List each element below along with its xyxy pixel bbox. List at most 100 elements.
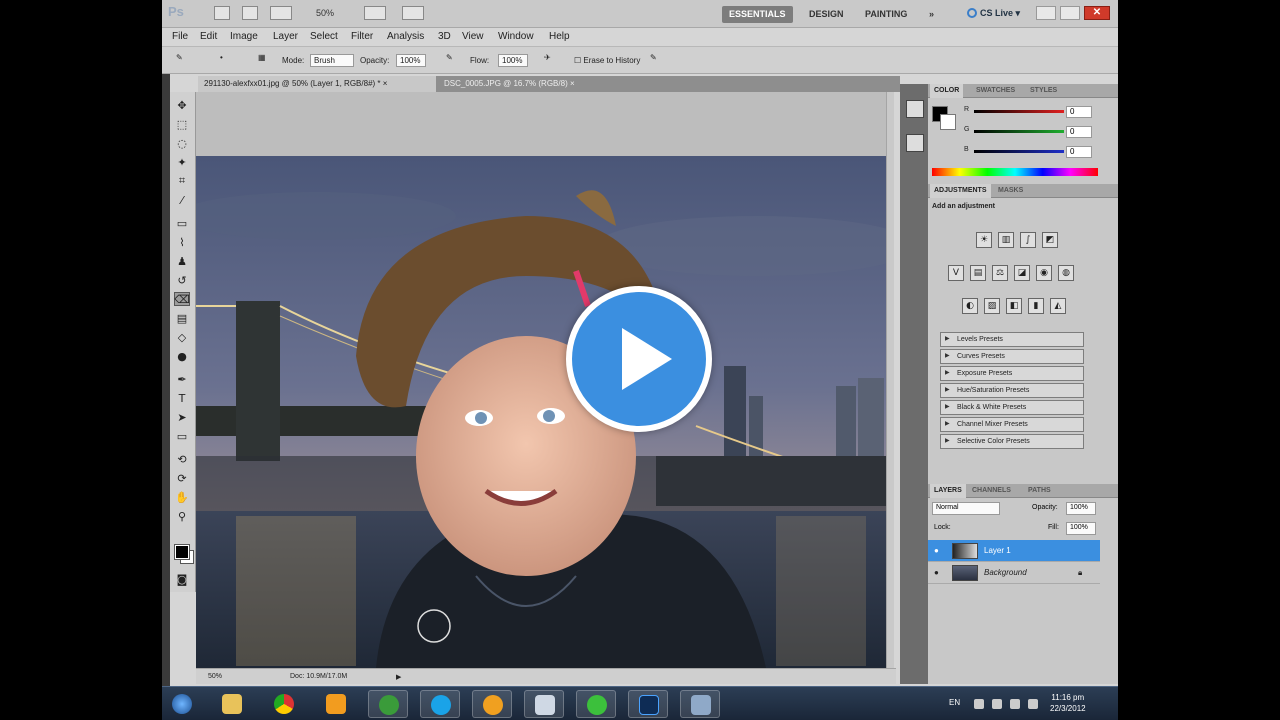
mini-bridge-button[interactable] (242, 6, 258, 20)
menu-file[interactable]: File (172, 31, 188, 42)
clone-stamp-tool-icon[interactable]: ♟ (174, 254, 190, 268)
levels-icon[interactable]: ▥ (998, 232, 1014, 248)
vertical-scrollbar[interactable] (886, 92, 894, 668)
flag-icon[interactable] (992, 699, 1002, 709)
green-value[interactable]: 0 (1066, 126, 1092, 138)
taskbar-utorrent[interactable] (368, 690, 408, 718)
blue-slider[interactable] (974, 150, 1064, 153)
taskbar-photoshop[interactable] (628, 690, 668, 718)
status-zoom[interactable]: 50% (208, 673, 222, 680)
start-button[interactable] (164, 690, 202, 718)
quick-mask-icon[interactable]: ◙ (174, 572, 190, 586)
launch-bridge-button[interactable] (214, 6, 230, 20)
more-workspaces-button[interactable]: » (922, 6, 941, 23)
document-image[interactable] (196, 156, 886, 668)
brush-size-icon[interactable]: • (220, 53, 236, 69)
tab-dsc-0005[interactable]: DSC_0005.JPG @ 16.7% (RGB/8) × (438, 76, 598, 92)
gradient-tool-icon[interactable]: ▤ (174, 311, 190, 325)
history-brush-tool-icon[interactable]: ↺ (174, 273, 190, 287)
menu-help[interactable]: Help (549, 31, 570, 42)
dodge-tool-icon[interactable]: ● (174, 349, 190, 363)
3d-orbit-tool-icon[interactable]: ⟳ (174, 471, 190, 485)
actions-panel-icon[interactable] (906, 134, 924, 152)
language-indicator[interactable]: EN (949, 698, 960, 707)
tab-alexfxx01[interactable]: 291130-alexfxx01.jpg @ 50% (Layer 1, RGB… (198, 76, 436, 92)
airbrush-icon[interactable]: ✈ (544, 53, 560, 69)
zoom-level-select[interactable]: 50% (316, 8, 334, 18)
tablet-size-icon[interactable]: ✎ (650, 53, 666, 69)
hand-tool-icon[interactable]: ✋ (174, 490, 190, 504)
type-tool-icon[interactable]: T (174, 391, 190, 405)
taskbar-window[interactable] (524, 690, 564, 718)
preset-exposure[interactable]: Exposure Presets (940, 366, 1084, 381)
blue-value[interactable]: 0 (1066, 146, 1092, 158)
tab-styles[interactable]: STYLES (1026, 84, 1061, 98)
workspace-painting[interactable]: PAINTING (858, 6, 914, 23)
erase-to-history-checkbox[interactable]: ☐ Erase to History (574, 56, 640, 65)
taskbar-media-player[interactable] (316, 690, 356, 718)
maximize-button[interactable] (1060, 6, 1080, 20)
history-panel-icon[interactable] (906, 100, 924, 118)
curves-icon[interactable]: ∫ (1020, 232, 1036, 248)
cs-live-button[interactable]: CS Live ▾ (967, 8, 1020, 19)
preset-curves[interactable]: Curves Presets (940, 349, 1084, 364)
menu-analysis[interactable]: Analysis (387, 31, 424, 42)
quick-selection-tool-icon[interactable]: ✦ (174, 155, 190, 169)
preset-black-white[interactable]: Black & White Presets (940, 400, 1084, 415)
3d-rotate-tool-icon[interactable]: ⟲ (174, 452, 190, 466)
zoom-tool-icon[interactable]: ⚲ (174, 509, 190, 523)
blur-tool-icon[interactable]: ◇ (174, 330, 190, 344)
visibility-eye-icon[interactable]: ● (934, 562, 939, 584)
color-balance-icon[interactable]: ⚖ (992, 265, 1008, 281)
menu-filter[interactable]: Filter (351, 31, 373, 42)
menu-image[interactable]: Image (230, 31, 258, 42)
eraser-tool-icon[interactable]: ⌫ (174, 292, 190, 306)
color-background-swatch[interactable] (940, 114, 956, 130)
fill-input[interactable]: 100% (1066, 522, 1096, 535)
flow-input[interactable]: 100% (498, 54, 528, 67)
tab-channels[interactable]: CHANNELS (968, 484, 1015, 498)
mode-select[interactable]: Brush (310, 54, 354, 67)
red-slider[interactable] (974, 110, 1064, 113)
layer-opacity-input[interactable]: 100% (1066, 502, 1096, 515)
tab-color[interactable]: COLOR (930, 84, 964, 98)
tab-layers[interactable]: LAYERS (930, 484, 966, 498)
menu-3d[interactable]: 3D (438, 31, 451, 42)
volume-icon[interactable] (1028, 699, 1038, 709)
workspace-essentials[interactable]: ESSENTIALS (722, 6, 793, 23)
tablet-opacity-icon[interactable]: ✎ (446, 53, 462, 69)
brush-preset-icon[interactable]: ✎ (176, 53, 192, 69)
selective-color-icon[interactable]: ◭ (1050, 298, 1066, 314)
menu-select[interactable]: Select (310, 31, 338, 42)
threshold-icon[interactable]: ◧ (1006, 298, 1022, 314)
visibility-eye-icon[interactable]: ● (934, 540, 939, 562)
view-extras-button[interactable] (270, 6, 292, 20)
status-arrow-icon[interactable]: ▶ (396, 673, 401, 681)
crop-tool-icon[interactable]: ⌗ (174, 174, 190, 188)
blend-mode-select[interactable]: Normal (932, 502, 1000, 515)
workspace-design[interactable]: DESIGN (802, 6, 851, 23)
taskbar-skype[interactable] (420, 690, 460, 718)
brush-tool-icon[interactable]: ⌇ (174, 235, 190, 249)
move-tool-icon[interactable]: ✥ (174, 98, 190, 112)
close-tab-icon[interactable]: × (383, 79, 388, 88)
network-icon[interactable] (1010, 699, 1020, 709)
preset-selective-color[interactable]: Selective Color Presets (940, 434, 1084, 449)
invert-icon[interactable]: ◐ (962, 298, 978, 314)
taskbar-green-app[interactable] (576, 690, 616, 718)
menu-edit[interactable]: Edit (200, 31, 217, 42)
posterize-icon[interactable]: ▨ (984, 298, 1000, 314)
layer-row-background[interactable]: ● Background 🔒︎ (928, 562, 1100, 584)
shape-tool-icon[interactable]: ▭ (174, 429, 190, 443)
taskbar-network[interactable] (680, 690, 720, 718)
taskbar-chrome[interactable] (264, 690, 304, 718)
minimize-button[interactable] (1036, 6, 1056, 20)
tray-arrow-icon[interactable] (974, 699, 984, 709)
brush-panel-icon[interactable]: ▦ (258, 53, 274, 69)
close-window-button[interactable]: ✕ (1084, 6, 1110, 20)
gradient-map-icon[interactable]: ▮ (1028, 298, 1044, 314)
screen-mode-button[interactable] (402, 6, 424, 20)
green-slider[interactable] (974, 130, 1064, 133)
preset-levels[interactable]: Levels Presets (940, 332, 1084, 347)
tab-adjustments[interactable]: ADJUSTMENTS (930, 184, 991, 198)
